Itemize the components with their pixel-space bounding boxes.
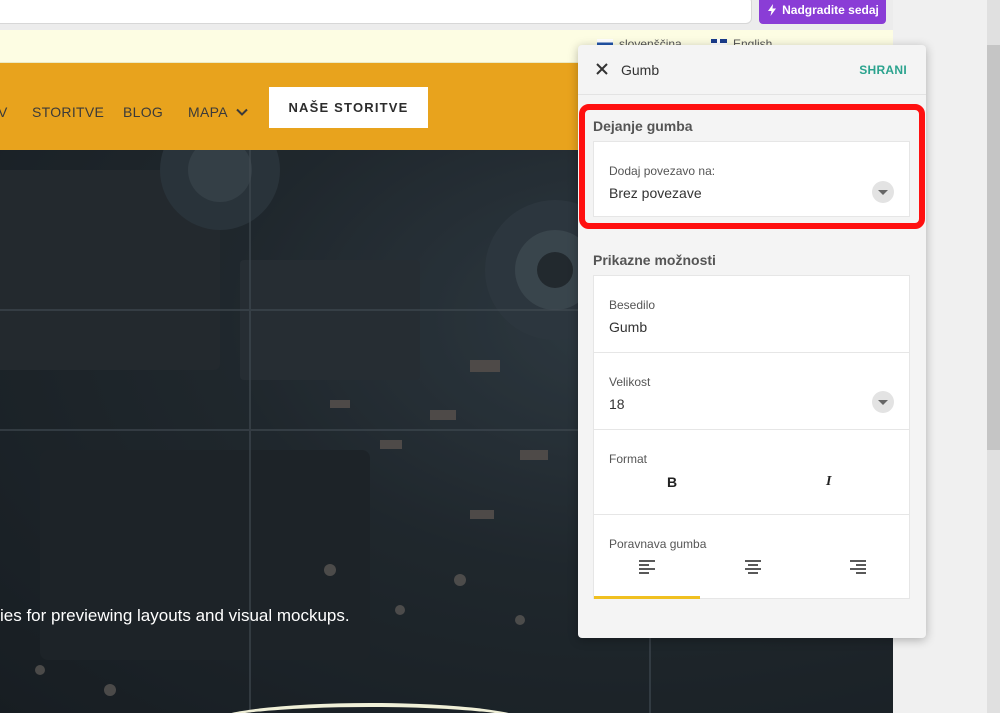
lightning-icon	[768, 4, 777, 16]
size-field-label: Velikost	[609, 375, 651, 389]
address-field[interactable]	[0, 0, 752, 24]
text-field-value: Gumb	[609, 319, 648, 335]
scrollbar-thumb[interactable]	[987, 45, 1000, 450]
builder-screen: Nadgradite sedaj slovenščina English V S…	[0, 0, 1000, 713]
panel-header: Gumb SHRANI	[578, 45, 926, 95]
divider	[594, 429, 909, 430]
section-title-display-options: Prikazne možnosti	[593, 252, 716, 268]
nav-item-mapa[interactable]: MAPA	[188, 104, 248, 120]
align-center-icon[interactable]	[745, 560, 761, 574]
save-button[interactable]: SHRANI	[859, 63, 907, 77]
our-services-button[interactable]: NAŠE STORITVE	[269, 87, 428, 128]
divider	[594, 514, 909, 515]
nav-item-blog[interactable]: BLOG	[123, 104, 163, 120]
highlight-box	[579, 104, 925, 229]
display-options-card: Besedilo Gumb Velikost 18 Format B I Por…	[593, 275, 910, 599]
nav-item-partial[interactable]: V	[0, 104, 8, 120]
close-icon[interactable]	[594, 61, 610, 77]
text-field[interactable]: Besedilo Gumb	[594, 276, 909, 352]
nav-item-label: MAPA	[188, 104, 228, 120]
upgrade-button[interactable]: Nadgradite sedaj	[759, 0, 886, 24]
hero-description: ies for previewing layouts and visual mo…	[0, 606, 350, 625]
size-field-value: 18	[609, 396, 625, 412]
align-left-icon[interactable]	[639, 560, 655, 574]
builder-topbar: Nadgradite sedaj	[0, 0, 893, 30]
format-label: Format	[609, 452, 648, 466]
text-field-label: Besedilo	[609, 298, 656, 312]
alignment-active-indicator	[594, 596, 700, 599]
chevron-down-icon	[236, 108, 248, 116]
nav-item-storitve[interactable]: STORITVE	[32, 104, 104, 120]
panel-title: Gumb	[621, 62, 660, 78]
align-right-icon[interactable]	[850, 560, 866, 574]
bold-button[interactable]: B	[667, 474, 677, 490]
dropdown-arrow-icon[interactable]	[872, 391, 894, 413]
alignment-label: Poravnava gumba	[609, 537, 707, 551]
size-select[interactable]: Velikost 18	[594, 353, 909, 429]
upgrade-label: Nadgradite sedaj	[782, 3, 879, 17]
italic-button[interactable]: I	[826, 474, 831, 490]
